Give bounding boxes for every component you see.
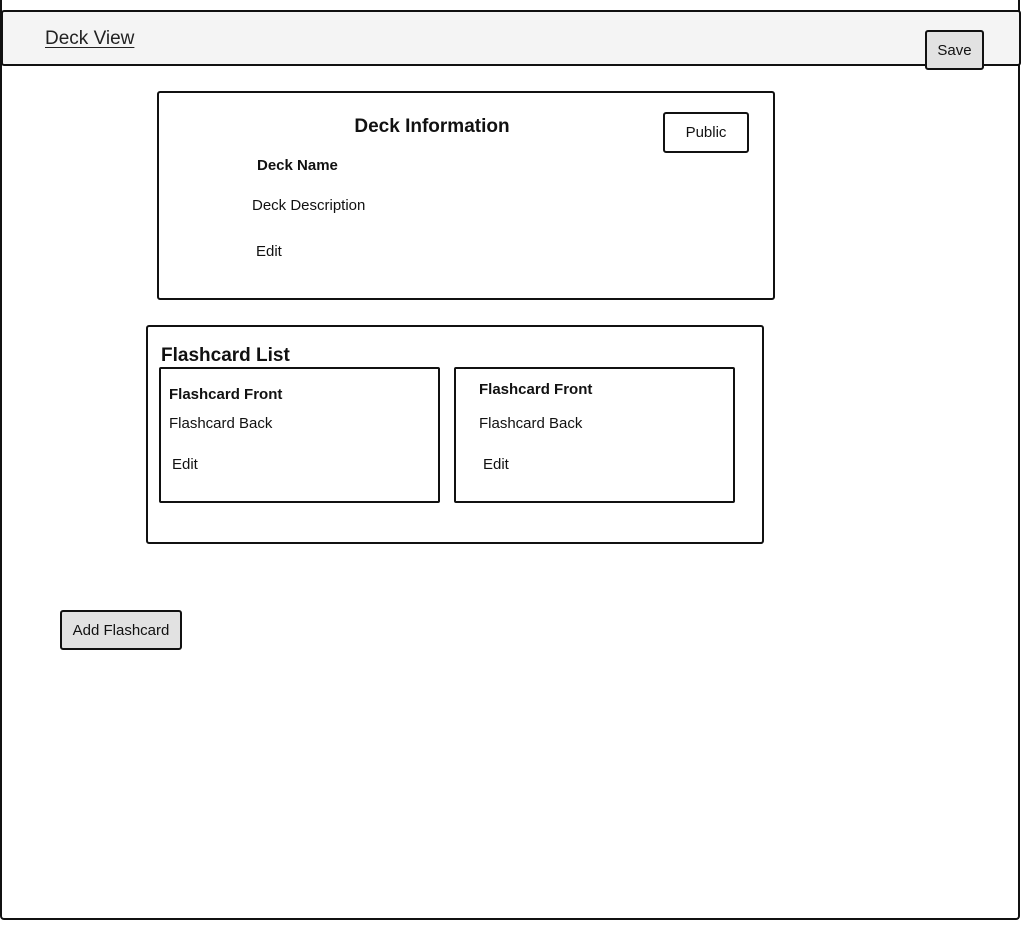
flashcard-item: Flashcard Front Flashcard Back Edit: [159, 367, 440, 503]
flashcard-item: Flashcard Front Flashcard Back Edit: [454, 367, 735, 503]
edit-flashcard-link[interactable]: Edit: [483, 456, 509, 473]
flashcard-back: Flashcard Back: [169, 415, 273, 432]
flashcard-list-panel: Flashcard List Flashcard Front Flashcard…: [146, 325, 764, 544]
add-flashcard-button[interactable]: Add Flashcard: [60, 610, 182, 650]
flashcard-list-heading: Flashcard List: [161, 345, 290, 366]
save-button[interactable]: Save: [925, 30, 984, 70]
edit-deck-link[interactable]: Edit: [256, 243, 282, 260]
top-bar: Deck View Save: [1, 10, 1021, 70]
public-toggle-button[interactable]: Public: [663, 112, 749, 153]
deck-name: Deck Name: [257, 157, 338, 174]
deck-information-heading: Deck Information: [354, 116, 510, 137]
flashcard-front: Flashcard Front: [479, 381, 593, 398]
flashcard-front: Flashcard Front: [169, 386, 283, 403]
edit-flashcard-link[interactable]: Edit: [172, 456, 198, 473]
deck-information-panel: Deck Information Public Deck Name Deck D…: [157, 91, 775, 300]
flashcard-back: Flashcard Back: [479, 415, 583, 432]
deck-description: Deck Description: [252, 197, 366, 214]
deck-view-link[interactable]: Deck View: [45, 28, 134, 50]
